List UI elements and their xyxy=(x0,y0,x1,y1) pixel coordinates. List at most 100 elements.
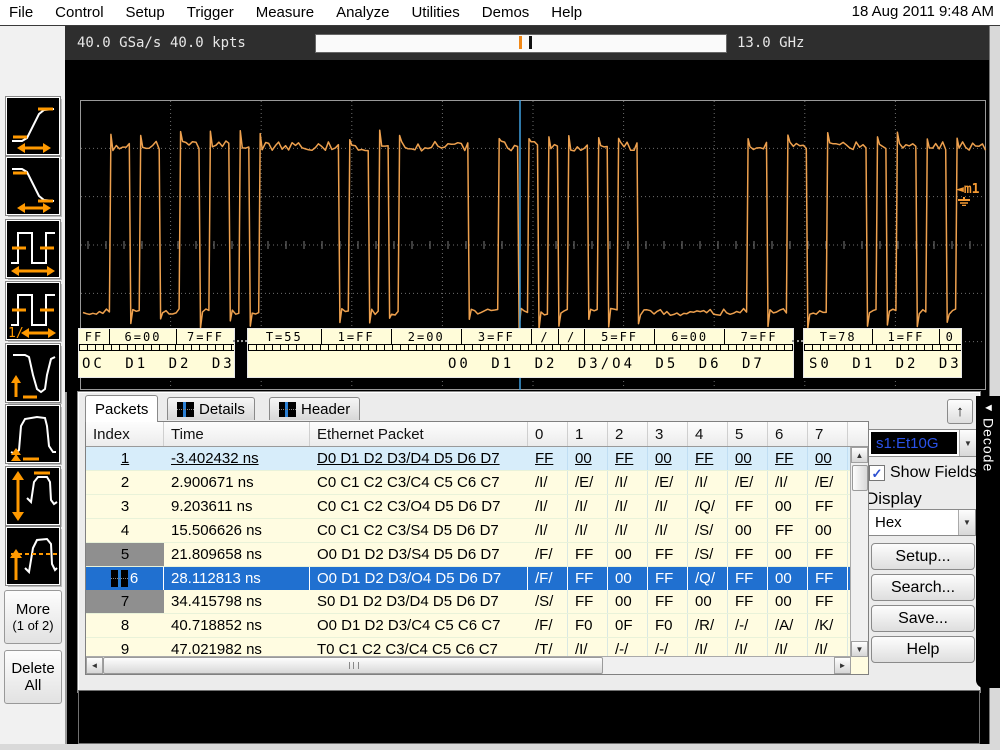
show-fields-label: Show Fields xyxy=(890,464,977,482)
arrow-left-icon: ◄ xyxy=(976,396,1000,414)
setup-button[interactable]: Setup... xyxy=(871,543,975,570)
cell-byte-2: /-/ xyxy=(608,638,648,657)
scroll-down-arrow[interactable]: ▼ xyxy=(851,641,868,657)
cell-byte-7: FF xyxy=(808,543,848,566)
col-header-3[interactable]: 3 xyxy=(648,422,688,446)
col-header-4[interactable]: 4 xyxy=(688,422,728,446)
cell-packet: C0 C1 C2 C3/S4 D5 D6 D7 xyxy=(310,519,528,542)
menu-help[interactable]: Help xyxy=(551,4,582,21)
col-header-5[interactable]: 5 xyxy=(728,422,768,446)
frequency-icon: 1/ xyxy=(7,283,59,339)
horizontal-position-bar[interactable] xyxy=(315,34,727,53)
position-marker[interactable] xyxy=(519,36,522,49)
fall-time-icon xyxy=(7,158,59,214)
tab-details[interactable]: Details xyxy=(167,397,255,420)
cell-byte-5: FF xyxy=(728,590,768,613)
cell-byte-6: /I/ xyxy=(768,471,808,494)
cell-byte-4: /R/ xyxy=(688,614,728,637)
table-row-8[interactable]: 840.718852 nsO0 D1 D2 D3/C4 C5 C6 C7/F/F… xyxy=(86,614,851,638)
sample-rate: 40.0 GSa/s xyxy=(77,35,161,51)
cell-time: 28.112813 ns xyxy=(164,567,310,590)
save-button[interactable]: Save... xyxy=(871,605,975,632)
checkbox-checked-icon[interactable]: ✓ xyxy=(869,465,885,481)
menu-setup[interactable]: Setup xyxy=(126,4,165,21)
col-header-7[interactable]: 7 xyxy=(808,422,848,446)
vertical-scroll-thumb[interactable] xyxy=(852,465,868,491)
cell-time: 47.021982 ns xyxy=(164,638,310,657)
sidebar: 1/ xyxy=(0,26,67,744)
table-row-2[interactable]: 22.900671 nsC0 C1 C2 C3/C4 C5 C6 C7/I//E… xyxy=(86,471,851,495)
menu-trigger[interactable]: Trigger xyxy=(187,4,234,21)
table-row-5[interactable]: 521.809658 nsO0 D1 D2 D3/S4 D5 D6 D7/F/F… xyxy=(86,543,851,567)
menu-utilities[interactable]: Utilities xyxy=(411,4,459,21)
menu-demos[interactable]: Demos xyxy=(482,4,530,21)
cell-byte-7: FF xyxy=(808,590,848,613)
vertical-scrollbar[interactable]: ▲ ▼ xyxy=(850,447,868,657)
decode-field: FF xyxy=(79,329,110,344)
chevron-down-icon[interactable]: ▼ xyxy=(958,510,975,535)
meas-overshoot-button[interactable] xyxy=(6,344,60,402)
meas-vmax-button[interactable] xyxy=(6,467,60,525)
meas-rise-time-button[interactable] xyxy=(6,97,60,155)
collapse-panel-button[interactable]: ↑ xyxy=(947,399,973,424)
chevron-down-icon[interactable]: ▼ xyxy=(959,430,976,456)
table-row-9[interactable]: 947.021982 nsT0 C1 C2 C3/C4 C5 C6 C7/T//… xyxy=(86,638,851,657)
col-header-2[interactable]: 2 xyxy=(608,422,648,446)
cell-byte-0: /F/ xyxy=(528,614,568,637)
help-button[interactable]: Help xyxy=(871,636,975,663)
vmin-icon xyxy=(7,406,59,462)
scroll-left-arrow[interactable]: ◄ xyxy=(86,657,103,674)
meas-frequency-button[interactable]: 1/ xyxy=(6,282,60,340)
menu-control[interactable]: Control xyxy=(55,4,103,21)
table-row-1[interactable]: 1-3.402432 nsD0 D1 D2 D3/D4 D5 D6 D7FF00… xyxy=(86,447,851,471)
scroll-up-arrow[interactable]: ▲ xyxy=(851,447,868,463)
menu-file[interactable]: File xyxy=(9,4,33,21)
scroll-right-arrow[interactable]: ► xyxy=(834,657,851,674)
table-row-4[interactable]: 415.506626 nsC0 C1 C2 C3/S4 D5 D6 D7/I//… xyxy=(86,519,851,543)
tab-packets[interactable]: Packets xyxy=(85,395,158,422)
horizontal-scrollbar[interactable]: ◄ ► xyxy=(86,656,851,674)
decode-field: 7=FF xyxy=(177,329,234,344)
cell-index: 9 xyxy=(86,638,164,657)
bandwidth: 13.0 GHz xyxy=(737,35,804,51)
meas-period-button[interactable] xyxy=(6,220,60,278)
meas-fall-time-button[interactable] xyxy=(6,157,60,215)
oscilloscope-app: File Control Setup Trigger Measure Analyze Uti… xyxy=(0,0,1000,750)
menu-items: File Control Setup Trigger Measure Analyze Uti… xyxy=(0,4,582,21)
table-row-6[interactable]: 628.112813 nsO0 D1 D2 D3/O4 D5 D6 D7/F/F… xyxy=(86,567,851,590)
decode-field: 1=FF xyxy=(873,329,939,344)
lower-display-area xyxy=(78,690,980,744)
col-header-index[interactable]: Index xyxy=(86,422,164,446)
menu-measure[interactable]: Measure xyxy=(256,4,314,21)
marker-m1[interactable]: ◄m1 xyxy=(956,182,979,206)
decode-connector xyxy=(792,340,803,342)
marker-arrow-icon: ◄ xyxy=(956,182,964,197)
col-header-time[interactable]: Time xyxy=(164,422,310,446)
cell-byte-0: /I/ xyxy=(528,471,568,494)
table-body: 1-3.402432 nsD0 D1 D2 D3/D4 D5 D6 D7FF00… xyxy=(86,447,851,657)
more-button[interactable]: More (1 of 2) xyxy=(4,590,62,644)
cell-byte-0: /I/ xyxy=(528,495,568,518)
col-header-ethernet-packet[interactable]: Ethernet Packet xyxy=(310,422,528,446)
tab-header[interactable]: Header xyxy=(269,397,360,420)
menu-analyze[interactable]: Analyze xyxy=(336,4,389,21)
horizontal-scroll-thumb[interactable] xyxy=(103,657,603,674)
col-header-6[interactable]: 6 xyxy=(768,422,808,446)
cell-byte-0: /T/ xyxy=(528,638,568,657)
cell-byte-1: /I/ xyxy=(568,638,608,657)
show-fields-checkbox[interactable]: ✓ Show Fields xyxy=(869,464,977,482)
decode-field: 6=00 xyxy=(655,329,725,344)
decode-source-select[interactable]: s1:Et10G ▼ xyxy=(868,429,977,457)
cell-index: 8 xyxy=(86,614,164,637)
meas-vavg-button[interactable] xyxy=(6,527,60,585)
display-format-select[interactable]: Hex ▼ xyxy=(868,509,976,536)
meas-vmin-button[interactable] xyxy=(6,405,60,463)
table-row-3[interactable]: 39.203611 nsC0 C1 C2 C3/O4 D5 D6 D7/I//I… xyxy=(86,495,851,519)
col-header-1[interactable]: 1 xyxy=(568,422,608,446)
search-button[interactable]: Search... xyxy=(871,574,975,601)
decode-field: / xyxy=(559,329,585,344)
table-row-7[interactable]: 734.415798 nsS0 D1 D2 D3/D4 D5 D6 D7/S/F… xyxy=(86,590,851,614)
delete-all-button[interactable]: Delete All xyxy=(4,650,62,704)
decode-side-tab[interactable]: ◄ Decode xyxy=(976,396,1000,688)
col-header-0[interactable]: 0 xyxy=(528,422,568,446)
